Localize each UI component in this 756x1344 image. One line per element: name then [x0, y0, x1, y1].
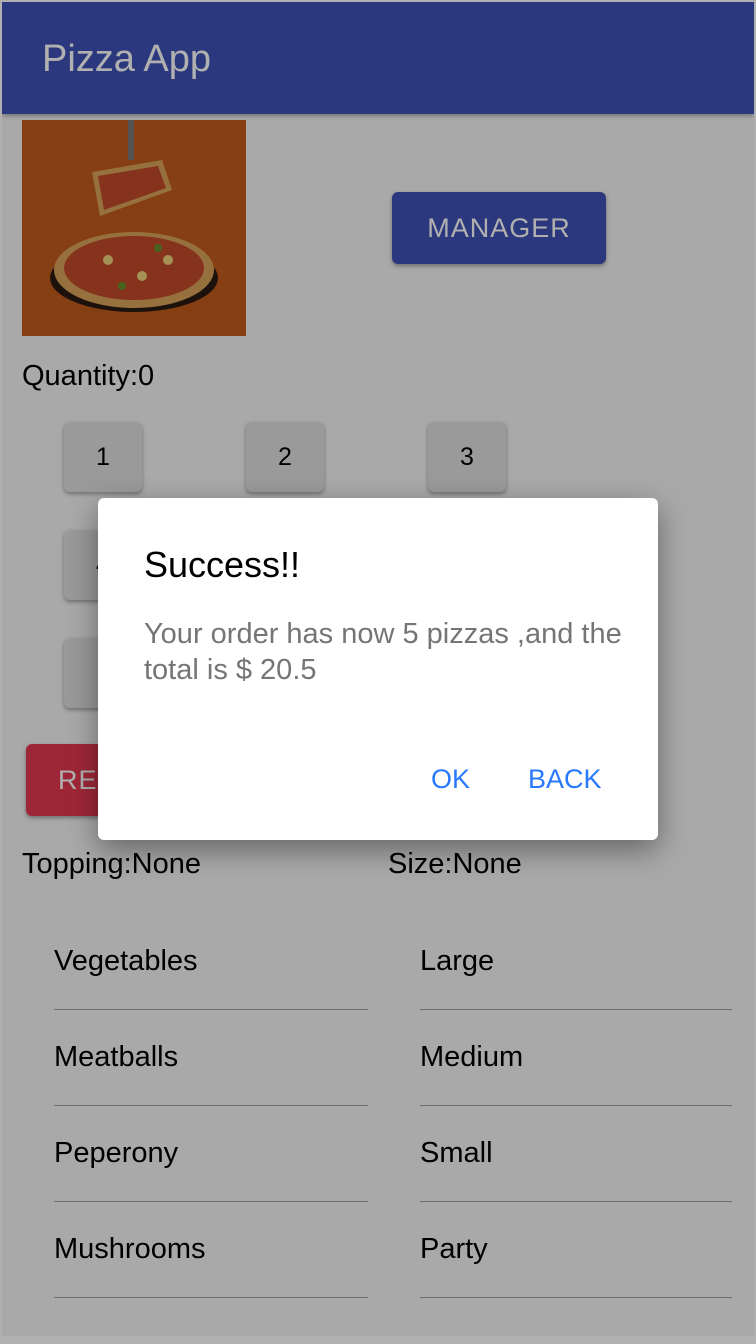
back-button[interactable]: BACK: [528, 764, 602, 795]
success-dialog: Success!! Your order has now 5 pizzas ,a…: [98, 498, 658, 840]
ok-button[interactable]: OK: [431, 764, 470, 795]
dialog-message: Your order has now 5 pizzas ,and the tot…: [144, 618, 622, 686]
dialog-title: Success!!: [144, 544, 301, 585]
